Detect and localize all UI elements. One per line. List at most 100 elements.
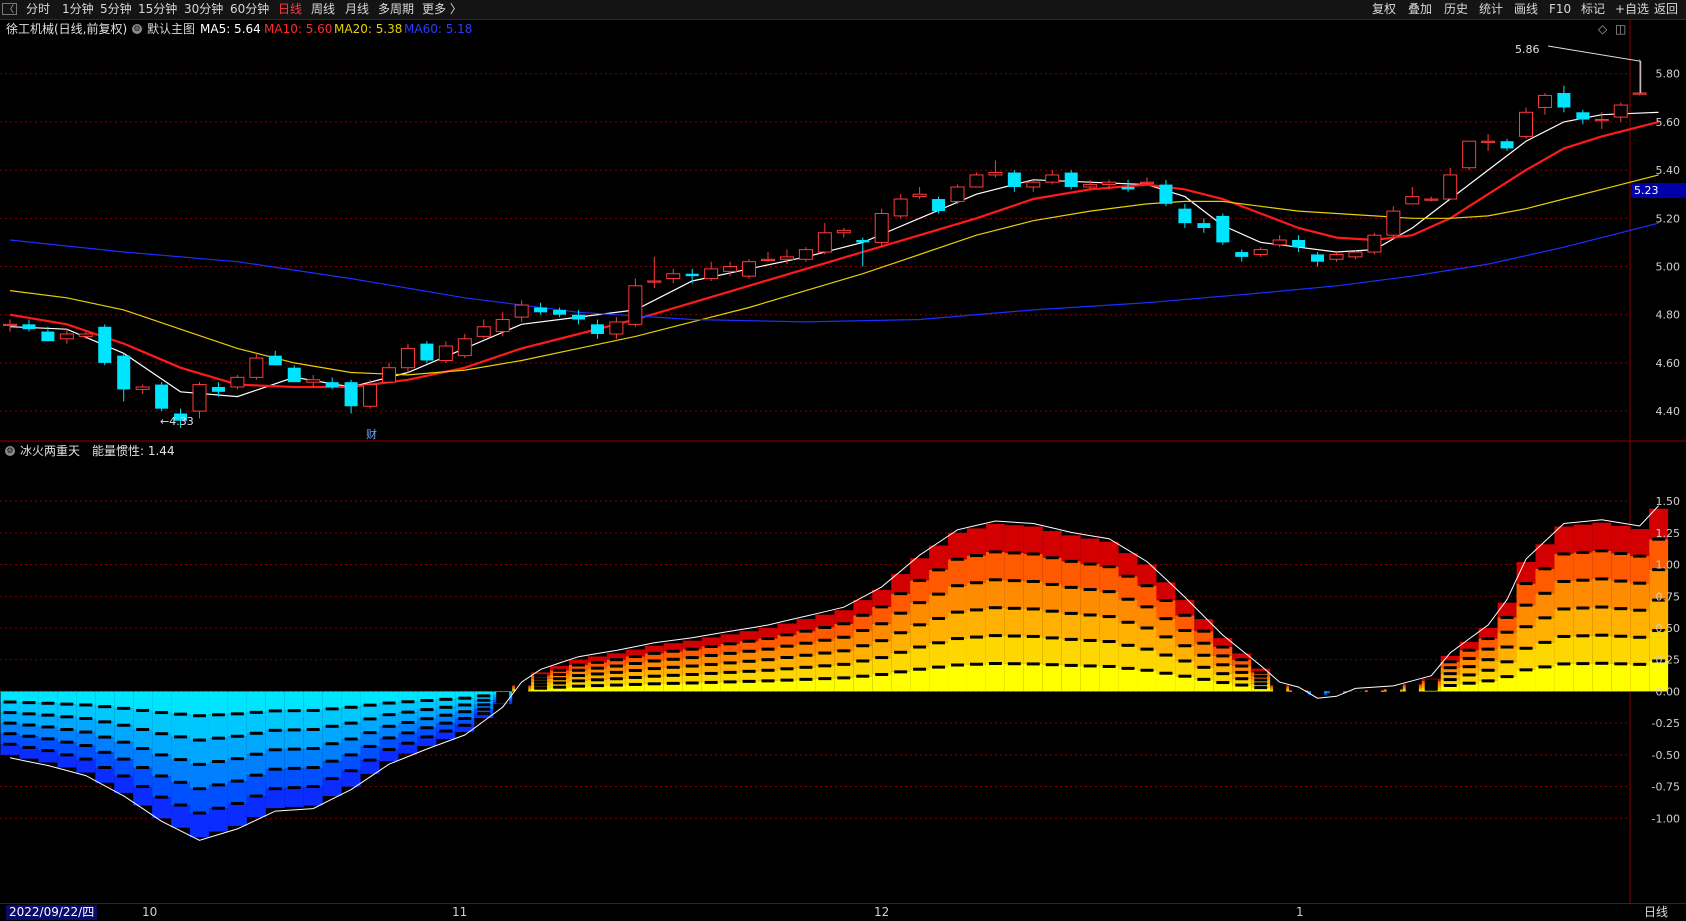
band-separator: [41, 749, 55, 753]
energy-band: [1042, 664, 1062, 692]
ma60-line: [9, 222, 1659, 323]
band-separator: [742, 639, 756, 643]
energy-band: [1554, 526, 1574, 554]
band-separator: [1026, 579, 1040, 583]
energy-band: [322, 726, 342, 744]
energy-band: [1630, 664, 1650, 692]
indicator-tick-label: -0.75: [1652, 781, 1680, 794]
settings-icon[interactable]: ⚙: [5, 446, 15, 456]
energy-band: [303, 729, 323, 749]
candle-body: [1159, 184, 1173, 204]
main-indicator-name[interactable]: 默认主图: [147, 21, 195, 37]
candle-body: [514, 304, 529, 318]
energy-band: [341, 738, 361, 755]
band-separator: [1216, 654, 1230, 658]
energy-band: [1194, 667, 1214, 680]
energy-band: [19, 702, 39, 714]
ma20-value: MA20: 5.38: [334, 22, 403, 36]
candle: [874, 208, 889, 248]
band-separator: [230, 757, 244, 761]
energy-band: [834, 623, 854, 638]
candle-body: [1083, 184, 1098, 188]
energy-band: [322, 778, 342, 797]
band-separator: [932, 592, 946, 596]
band-separator: [193, 738, 206, 742]
candle: [1329, 252, 1344, 262]
energy-band: [1497, 617, 1517, 633]
energy-band: [1592, 607, 1612, 636]
candle-body: [306, 379, 321, 383]
band-separator: [1481, 647, 1495, 651]
finance-marker[interactable]: 财: [366, 427, 377, 441]
energy-band: [1137, 606, 1157, 628]
candle-body: [1197, 223, 1211, 228]
energy-band: [152, 754, 172, 776]
band-separator: [553, 668, 567, 672]
energy-band: [227, 691, 247, 714]
energy-band: [303, 767, 323, 787]
candle: [1197, 218, 1211, 233]
energy-band: [739, 641, 759, 652]
band-separator: [306, 785, 320, 789]
energy-band: [38, 726, 58, 739]
energy-band: [1535, 642, 1555, 667]
band-separator: [1216, 663, 1230, 667]
stock-title[interactable]: 徐工机械(日线,前复权): [6, 21, 127, 37]
price-tick-label: 5.60: [1656, 116, 1681, 129]
energy-band: [739, 661, 759, 672]
energy-band: [1156, 673, 1176, 692]
settings-icon[interactable]: ⚙: [132, 24, 142, 34]
band-separator: [723, 680, 737, 684]
diamond-icon[interactable]: ◇: [1598, 21, 1607, 37]
energy-band: [1611, 608, 1631, 637]
band-separator: [439, 729, 453, 733]
indicator-name[interactable]: 冰火两重天: [20, 443, 80, 459]
band-separator: [647, 682, 661, 686]
candle-body: [1462, 140, 1477, 169]
low-price-label: ←4.33: [160, 415, 194, 428]
energy-band: [379, 726, 399, 738]
candle: [1367, 232, 1382, 255]
energy-band: [360, 691, 380, 706]
energy-band: [19, 691, 39, 703]
energy-band: [1118, 668, 1138, 692]
candle: [135, 384, 150, 395]
band-separator: [401, 731, 415, 735]
candle: [1481, 133, 1496, 151]
energy-band: [398, 701, 418, 713]
band-separator: [1121, 666, 1135, 670]
band-separator: [1178, 674, 1192, 678]
candle: [1253, 247, 1268, 257]
band-separator: [1102, 565, 1116, 569]
energy-band: [1061, 613, 1081, 640]
price-tick-label: 4.40: [1656, 405, 1681, 418]
candle-body: [1178, 208, 1192, 224]
chart-canvas[interactable]: 5.80 5.60 5.40 5.20 5.00 4.80 4.60 4.40 1.50 1.25…: [0, 0, 1686, 920]
energy-band: [1004, 636, 1024, 664]
band-separator: [79, 703, 93, 707]
energy-band: [0, 723, 20, 734]
energy-band: [1497, 602, 1517, 618]
band-separator: [1443, 683, 1457, 687]
band-separator: [913, 623, 927, 627]
band-separator: [98, 735, 112, 739]
energy-band: [777, 680, 797, 692]
candle: [306, 374, 321, 387]
band-separator: [647, 674, 661, 678]
energy-band: [341, 754, 361, 771]
band-separator: [723, 642, 737, 646]
band-separator: [1007, 634, 1021, 638]
candle-body: [590, 324, 604, 334]
window-icon[interactable]: ◫: [1615, 21, 1626, 37]
energy-band: [966, 555, 986, 583]
band-separator: [1102, 615, 1116, 619]
energy-band: [208, 691, 228, 715]
candle-body: [893, 198, 908, 217]
energy-band: [815, 640, 835, 654]
energy-band: [777, 634, 797, 647]
band-separator: [306, 727, 320, 731]
band-separator: [818, 664, 832, 668]
energy-band: [57, 691, 77, 705]
energy-band: [1478, 680, 1498, 692]
band-separator: [761, 668, 775, 672]
